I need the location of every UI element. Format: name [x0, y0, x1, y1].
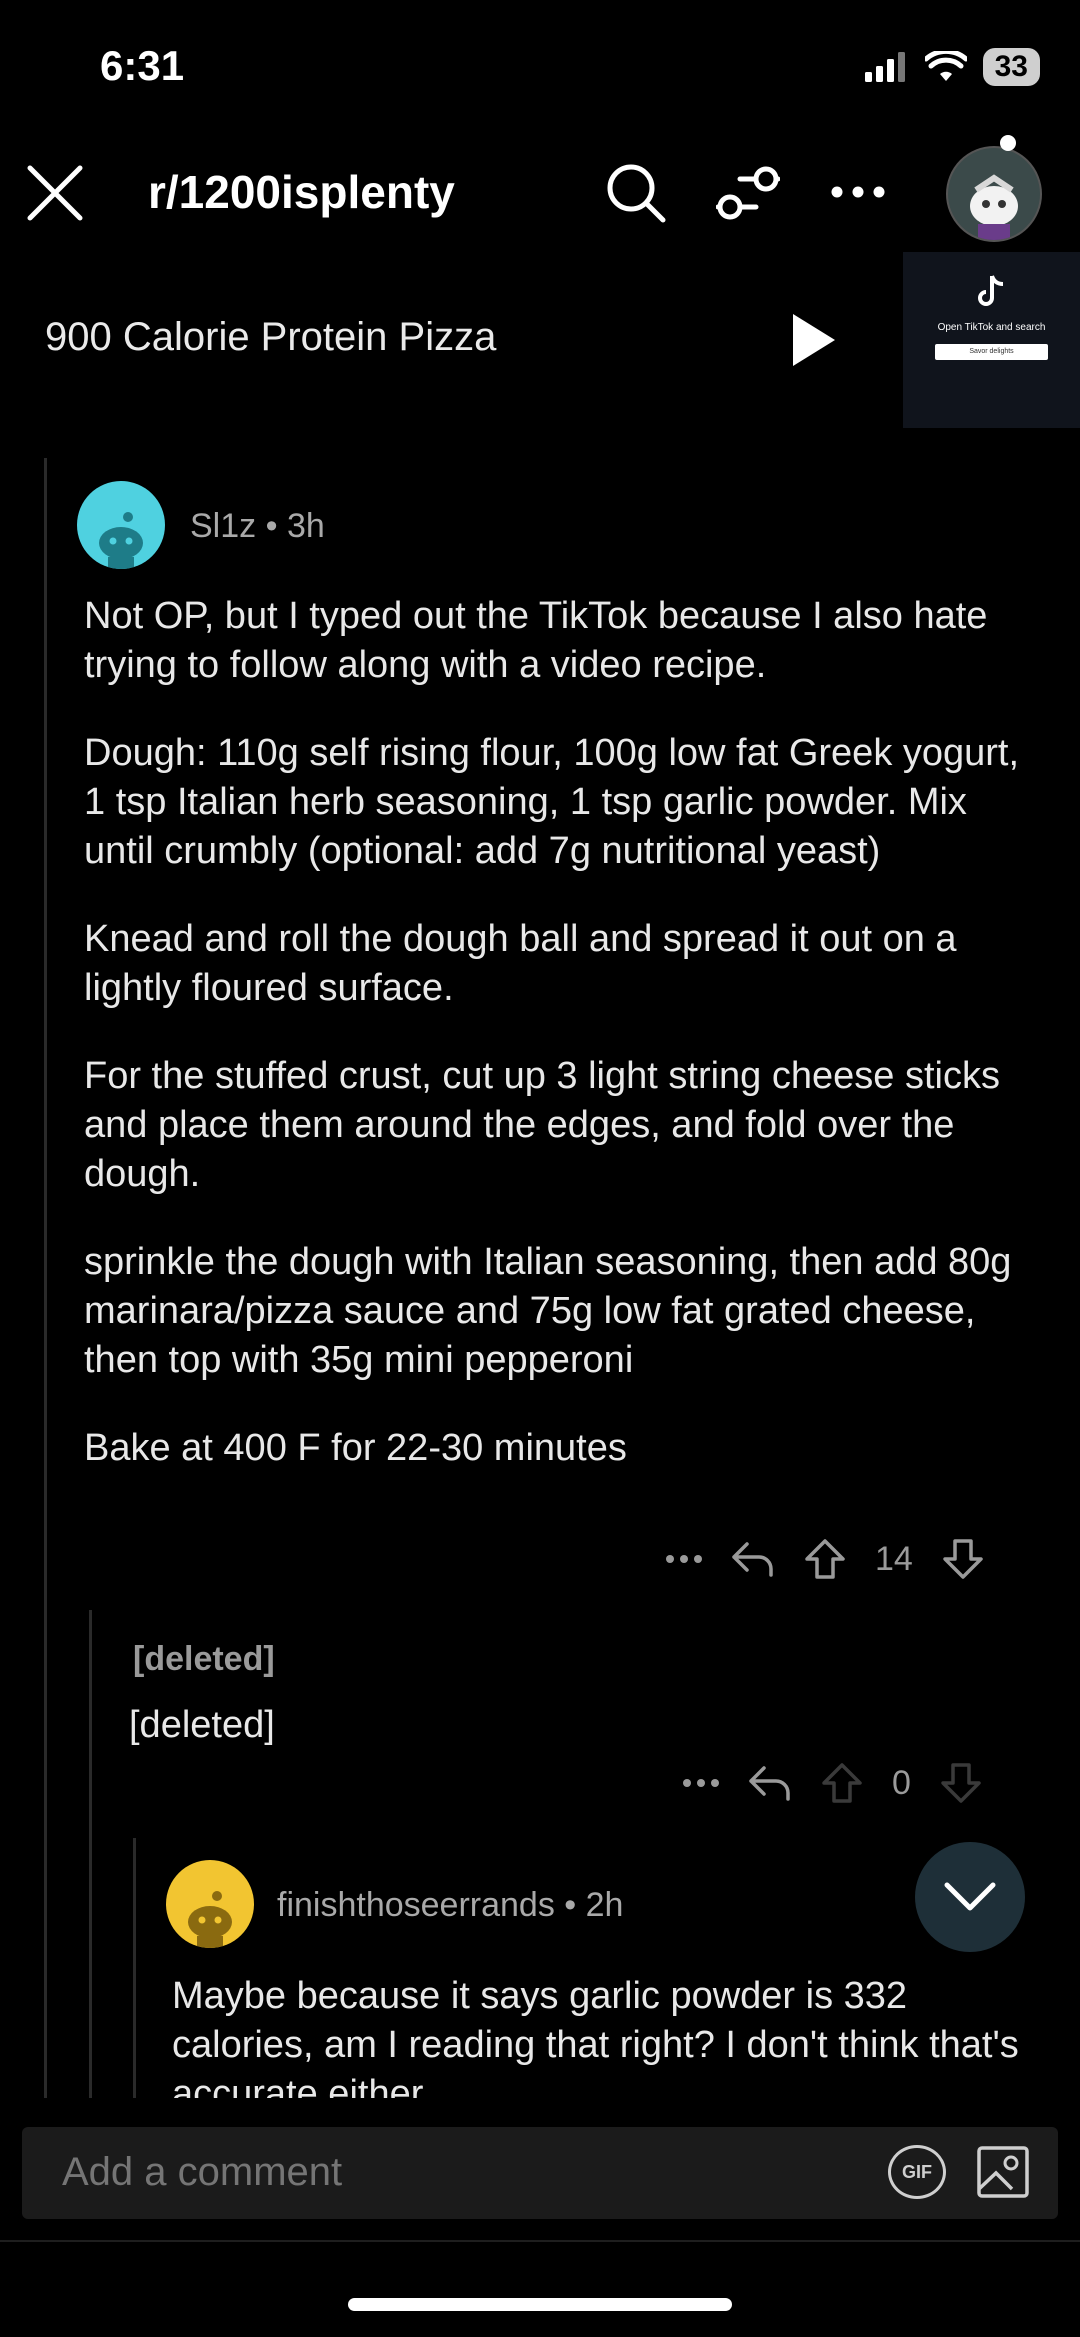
home-indicator[interactable]	[348, 2298, 732, 2311]
more-icon[interactable]	[665, 1554, 703, 1564]
comment-body: Maybe because it says garlic powder is 3…	[172, 1975, 1019, 2098]
status-time: 6:31	[100, 42, 185, 89]
thread-line	[89, 1610, 92, 2098]
comment-username[interactable]: Sl1z	[190, 507, 256, 545]
filter-button[interactable]	[715, 160, 781, 226]
more-options-button[interactable]	[828, 168, 888, 216]
tiktok-thumbnail[interactable]: Open TikTok and search Savor delights	[903, 252, 1080, 428]
thread-line	[44, 458, 47, 2098]
notification-dot	[1000, 135, 1016, 151]
status-icons: 33	[864, 48, 1040, 86]
vote-score: 0	[892, 1763, 911, 1802]
comment-composer[interactable]: GIF	[22, 2127, 1058, 2219]
comment-meta: finishthoseerrands • 2h	[277, 1886, 623, 1925]
downvote-icon[interactable]	[941, 1538, 985, 1580]
comment-body: Not OP, but I typed out the TikTok becau…	[84, 592, 1044, 1512]
tiktok-search-bar: Savor delights	[935, 344, 1048, 360]
signal-icon	[864, 52, 905, 82]
thread-line	[133, 1838, 136, 2098]
more-icon	[831, 186, 885, 198]
reply-icon[interactable]	[731, 1540, 775, 1578]
comment-avatar[interactable]	[77, 481, 165, 569]
comment-age: 2h	[585, 1886, 624, 1924]
close-icon	[27, 165, 83, 221]
search-icon	[607, 164, 666, 223]
snoo-avatar-icon	[188, 1891, 232, 1948]
downvote-icon	[941, 1763, 981, 1803]
chevron-down-icon	[944, 1882, 996, 1911]
gif-button[interactable]: GIF	[888, 2145, 946, 2199]
comment-input[interactable]	[60, 2149, 764, 2196]
comment-paragraph: Knead and roll the dough ball and spread…	[84, 918, 957, 1009]
upvote-icon[interactable]	[803, 1538, 847, 1580]
comment-age: 3h	[286, 507, 325, 545]
vote-score: 14	[875, 1539, 913, 1578]
comment-paragraph: Dough: 110g self rising flour, 100g low …	[84, 732, 1020, 872]
comment-body: [deleted]	[129, 1704, 275, 1746]
snoo-avatar-icon	[970, 174, 1018, 240]
play-icon	[793, 314, 835, 366]
meta-separator: •	[564, 1886, 586, 1924]
search-button[interactable]	[603, 160, 669, 226]
wifi-icon	[924, 51, 967, 81]
comment-paragraph: Bake at 400 F for 22-30 minutes	[84, 1427, 627, 1469]
meta-separator: •	[265, 507, 287, 545]
more-icon[interactable]	[682, 1778, 720, 1788]
divider	[0, 2240, 1080, 2242]
comment-actions: 0	[682, 1762, 983, 1804]
comment-paragraph: Not OP, but I typed out the TikTok becau…	[84, 595, 988, 686]
reply-icon[interactable]	[748, 1764, 792, 1802]
post-title[interactable]: 900 Calorie Protein Pizza	[45, 315, 496, 360]
comment-meta: Sl1z • 3h	[190, 507, 325, 546]
user-avatar[interactable]	[946, 146, 1042, 242]
subreddit-name[interactable]: r/1200isplenty	[148, 165, 455, 219]
tiktok-logo-icon	[978, 275, 1004, 306]
upvote-icon	[822, 1763, 862, 1803]
play-button[interactable]	[785, 310, 841, 370]
comment-paragraph: sprinkle the dough with Italian seasonin…	[84, 1241, 1012, 1381]
comment-paragraph: For the stuffed crust, cut up 3 light st…	[84, 1055, 1000, 1195]
tiktok-caption: Open TikTok and search	[937, 322, 1046, 333]
snoo-avatar-icon	[99, 512, 143, 569]
comment-actions: 14	[665, 1538, 985, 1580]
battery-indicator: 33	[982, 48, 1040, 86]
image-upload-icon[interactable]	[976, 2145, 1030, 2199]
sliders-icon	[716, 166, 780, 220]
close-button[interactable]	[22, 160, 88, 226]
comment-avatar[interactable]	[166, 1860, 254, 1948]
gif-label: GIF	[902, 2161, 932, 2182]
comment-username[interactable]: finishthoseerrands	[277, 1886, 555, 1924]
scroll-down-button[interactable]	[915, 1842, 1025, 1952]
comment-username: [deleted]	[133, 1640, 275, 1678]
